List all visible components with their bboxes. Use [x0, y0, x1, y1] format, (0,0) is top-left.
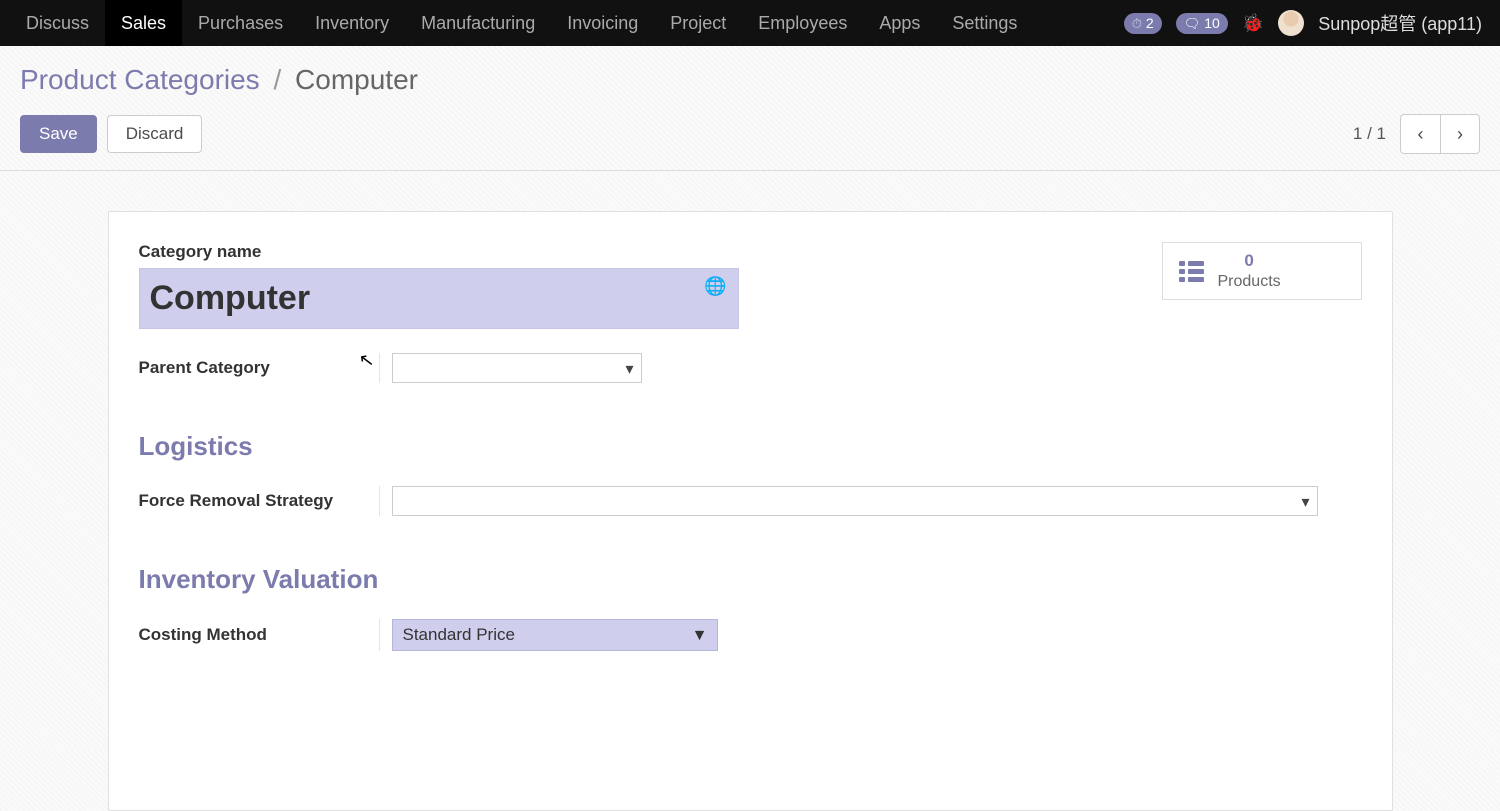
globe-icon[interactable]: 🌐 — [704, 276, 726, 297]
force-removal-label: Force Removal Strategy — [139, 491, 379, 511]
pager-text: 1 / 1 — [1353, 124, 1386, 144]
pager-next-button[interactable]: › — [1440, 114, 1480, 154]
parent-category-label: Parent Category — [139, 358, 379, 378]
parent-category-input[interactable] — [392, 353, 642, 383]
main-menu: Discuss Sales Purchases Inventory Manufa… — [0, 0, 1500, 46]
debug-icon[interactable]: 🐞 — [1242, 13, 1264, 34]
category-name-label: Category name — [139, 242, 739, 262]
message-icon — [1184, 15, 1201, 32]
nav-inventory[interactable]: Inventory — [299, 0, 405, 46]
nav-project[interactable]: Project — [654, 0, 742, 46]
clock-icon — [1132, 15, 1142, 32]
products-label: Products — [1218, 273, 1281, 290]
products-stat-button[interactable]: 0 Products — [1162, 242, 1362, 300]
activities-count: 2 — [1146, 15, 1154, 31]
logistics-title: Logistics — [139, 431, 1362, 462]
force-removal-input[interactable] — [392, 486, 1318, 516]
username[interactable]: Sunpop超管 (app11) — [1318, 10, 1482, 36]
messages-badge[interactable]: 10 — [1176, 13, 1228, 34]
control-panel: Product Categories / Computer Save Disca… — [0, 46, 1500, 171]
nav-settings[interactable]: Settings — [936, 0, 1033, 46]
breadcrumb-sep: / — [273, 64, 281, 95]
nav-invoicing[interactable]: Invoicing — [551, 0, 654, 46]
systray: 2 10 🐞 Sunpop超管 (app11) — [1124, 10, 1490, 36]
activities-badge[interactable]: 2 — [1124, 13, 1162, 34]
chevron-right-icon: › — [1457, 124, 1463, 145]
pager-prev-button[interactable]: ‹ — [1400, 114, 1440, 154]
breadcrumb-current: Computer — [295, 64, 418, 95]
products-count: 0 — [1244, 251, 1253, 270]
nav-manufacturing[interactable]: Manufacturing — [405, 0, 551, 46]
nav-sales[interactable]: Sales — [105, 0, 182, 46]
list-icon — [1179, 261, 1204, 282]
nav-discuss[interactable]: Discuss — [10, 0, 105, 46]
messages-count: 10 — [1204, 15, 1220, 31]
discard-button[interactable]: Discard — [107, 115, 203, 153]
nav-employees[interactable]: Employees — [742, 0, 863, 46]
save-button[interactable]: Save — [20, 115, 97, 153]
breadcrumb: Product Categories / Computer — [20, 64, 1480, 96]
nav-purchases[interactable]: Purchases — [182, 0, 299, 46]
category-name-input[interactable] — [139, 268, 739, 329]
costing-method-label: Costing Method — [139, 625, 379, 645]
nav-apps[interactable]: Apps — [863, 0, 936, 46]
chevron-left-icon: ‹ — [1418, 124, 1424, 145]
pager: 1 / 1 ‹ › — [1353, 114, 1480, 154]
breadcrumb-parent[interactable]: Product Categories — [20, 64, 260, 95]
costing-method-select[interactable] — [392, 619, 718, 651]
avatar[interactable] — [1278, 10, 1304, 36]
inventory-valuation-title: Inventory Valuation — [139, 564, 1362, 595]
nav-items: Discuss Sales Purchases Inventory Manufa… — [10, 0, 1033, 46]
form-sheet: Category name 🌐 0 Products Parent Catego… — [108, 211, 1393, 811]
action-buttons: Save Discard — [20, 115, 202, 153]
